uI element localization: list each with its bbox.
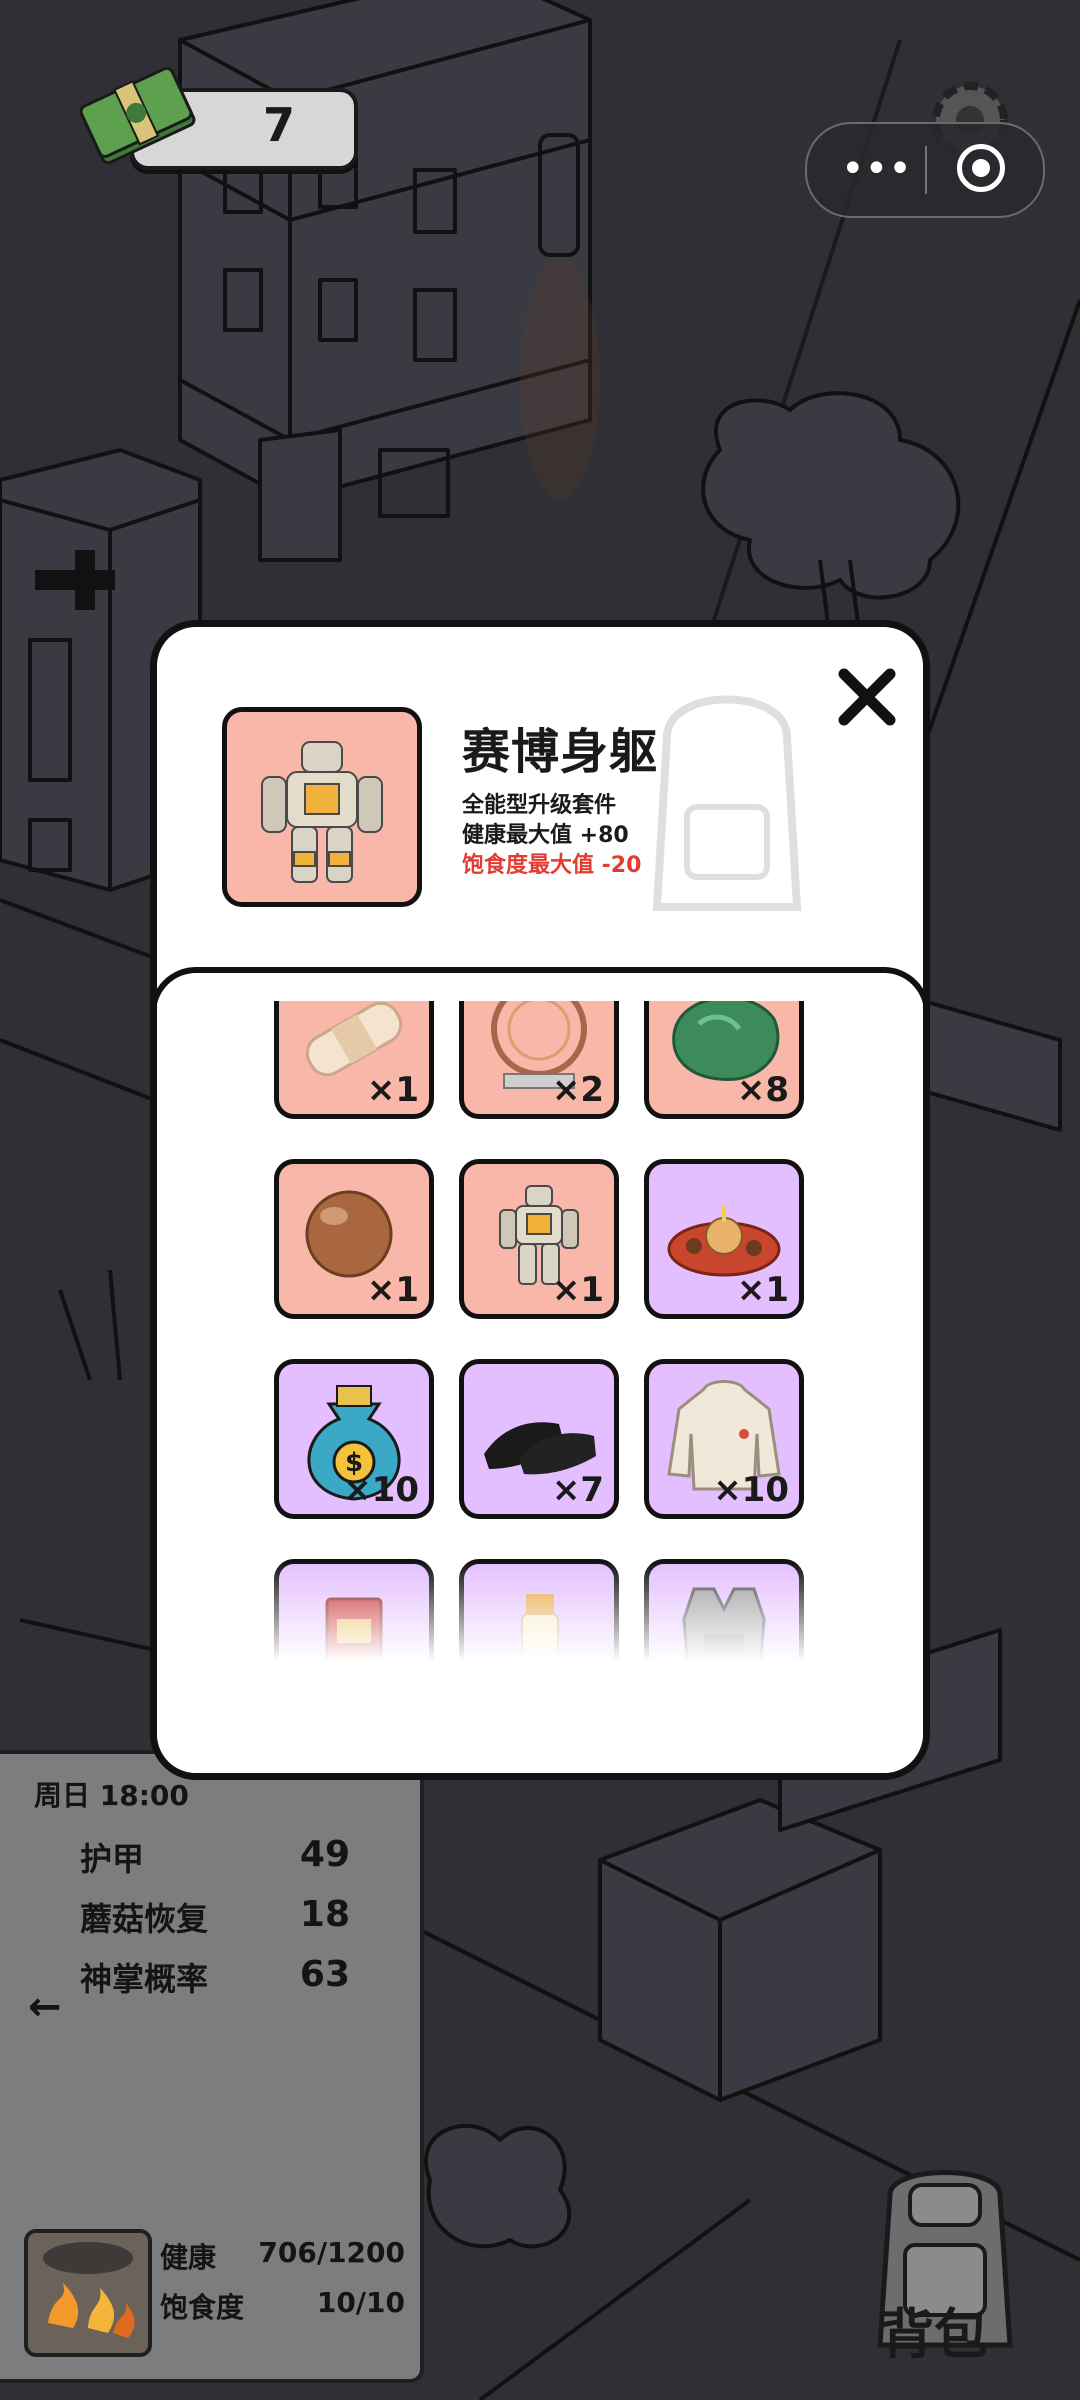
- stat-mushroom: 蘑菇恢复 18: [80, 1894, 350, 1944]
- game-time: 周日 18:00: [34, 1779, 189, 1812]
- inventory-slot-money-bag[interactable]: $ ×10: [274, 1359, 434, 1519]
- capsule-divider: [925, 146, 927, 194]
- item-title: 赛博身躯: [462, 724, 659, 780]
- item-count: ×1: [736, 1270, 789, 1310]
- satiety-row: 饱食度 10/10: [160, 2286, 405, 2326]
- red-envelope-icon: [325, 1597, 383, 1661]
- target-icon[interactable]: [957, 144, 1005, 192]
- avatar[interactable]: [24, 2229, 152, 2357]
- stat-mushroom-value: 18: [299, 1894, 350, 1935]
- satiety-label: 饱食度: [160, 2291, 245, 2324]
- item-count: ×2: [551, 1070, 604, 1110]
- inventory-slot-ball[interactable]: ×1: [274, 1159, 434, 1319]
- stat-mushroom-label: 蘑菇恢复: [80, 1900, 209, 1938]
- health-row: 健康 706/1200: [160, 2236, 405, 2276]
- inventory-slot-food-plate[interactable]: ×1: [644, 1159, 804, 1319]
- item-count: ×10: [713, 1470, 789, 1510]
- inventory-slot-red-envelope[interactable]: [274, 1559, 434, 1661]
- item-desc-type: 全能型升级套件: [462, 793, 617, 818]
- item-count: ×8: [736, 1070, 789, 1110]
- inventory-slot-green-ore[interactable]: ×8: [644, 1001, 804, 1119]
- inventory-slot-cyber-body[interactable]: ×1: [459, 1159, 619, 1319]
- stat-palm: 神掌概率 63: [80, 1954, 350, 2004]
- satiety-value: 10/10: [316, 2286, 405, 2319]
- selected-item-image: [222, 707, 422, 907]
- stat-armor-label: 护甲: [80, 1840, 145, 1878]
- miniprogram-capsule: •••: [805, 122, 1045, 218]
- stats-panel: 周日 18:00 护甲 49 蘑菇恢复 18 神掌概率 63 ← 健康 706/…: [0, 1750, 424, 2383]
- item-count: ×1: [551, 1270, 604, 1310]
- item-detail-modal: 赛博身躯 全能型升级套件 健康最大值 +80 饱食度最大值 -20 ×1 ×2 …: [150, 620, 930, 1780]
- burning-ground-icon: [28, 2233, 148, 2353]
- inventory-grid: ×1 ×2 ×8 ×1 ×1 ×1 $ ×10 ×7 ×10: [157, 1001, 923, 1661]
- item-count: ×1: [366, 1270, 419, 1310]
- inventory-slot-shoes[interactable]: ×7: [459, 1359, 619, 1519]
- inventory-slot-tube[interactable]: [459, 1559, 619, 1661]
- stat-palm-value: 63: [299, 1954, 350, 1995]
- inventory-slot-vest[interactable]: [644, 1559, 804, 1661]
- robot-mech-icon: [261, 741, 383, 883]
- arrow-left-icon[interactable]: ←: [28, 1984, 62, 2030]
- backpack-watermark-icon: [652, 695, 802, 911]
- armor-vest-icon: [682, 1587, 766, 1661]
- inventory-slot-hoodie[interactable]: ×10: [644, 1359, 804, 1519]
- stat-palm-label: 神掌概率: [80, 1960, 209, 1998]
- item-count: ×7: [551, 1470, 604, 1510]
- stat-armor-value: 49: [299, 1834, 350, 1875]
- tube-icon: [521, 1594, 559, 1661]
- inventory-slot-bandage[interactable]: ×1: [274, 1001, 434, 1119]
- stat-armor: 护甲 49: [80, 1834, 350, 1884]
- inventory-panel: ×1 ×2 ×8 ×1 ×1 ×1 $ ×10 ×7 ×10: [157, 967, 923, 1773]
- health-value: 706/1200: [258, 2236, 405, 2269]
- health-label: 健康: [160, 2241, 217, 2274]
- close-icon[interactable]: [832, 662, 902, 732]
- backpack-label[interactable]: 背包: [880, 2290, 988, 2369]
- inventory-slot-wheel[interactable]: ×2: [459, 1001, 619, 1119]
- cash-stack-icon: [80, 66, 196, 165]
- item-desc-health: 健康最大值 +80: [462, 823, 629, 848]
- item-desc-satiety: 饱食度最大值 -20: [462, 853, 642, 878]
- more-dots-icon[interactable]: •••: [841, 144, 912, 194]
- item-count: ×1: [366, 1070, 419, 1110]
- item-count: ×10: [343, 1470, 419, 1510]
